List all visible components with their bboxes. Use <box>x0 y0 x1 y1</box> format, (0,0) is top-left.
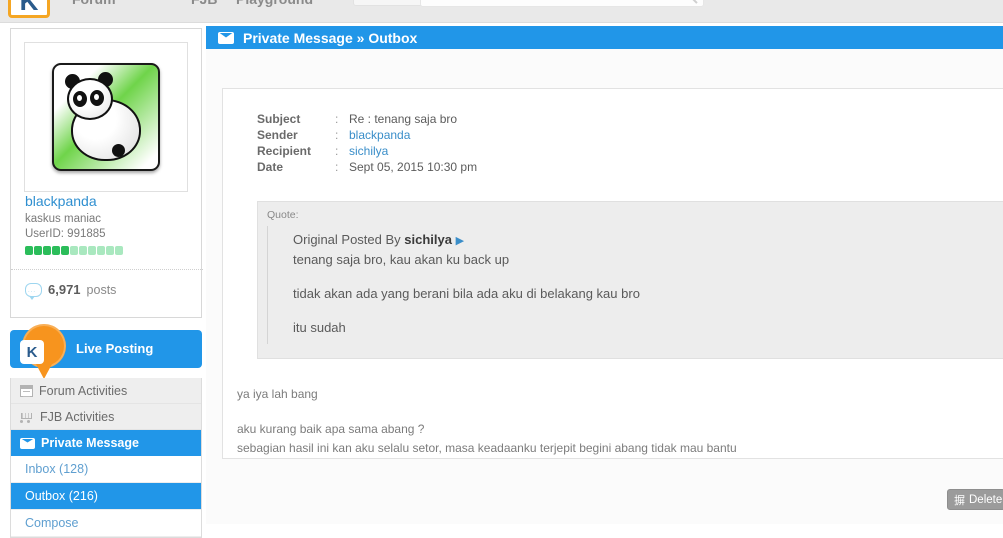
page-title-separator: » <box>356 29 365 46</box>
meta-row-subject: Subject : Re : tenang saja bro <box>257 111 1003 127</box>
window-icon <box>20 384 33 397</box>
quote-line: itu sudah <box>293 320 346 335</box>
sidebar-menu: Forum Activities FJB Activities Private … <box>10 378 202 538</box>
delete-button[interactable]: 摒 Delete <box>947 489 1003 510</box>
meta-colon: : <box>335 160 339 174</box>
rep-dot <box>70 246 78 255</box>
envelope-icon <box>20 437 35 449</box>
search-container <box>353 0 704 7</box>
meta-value-recipient[interactable]: sichilya <box>349 143 388 159</box>
panda-eye-right <box>90 90 104 106</box>
main-content: Subject : Re : tenang saja bro Sender : … <box>206 49 1003 524</box>
sidebar-item-label: Outbox (216) <box>25 489 98 503</box>
rep-dot <box>43 246 51 255</box>
cart-icon <box>20 411 34 423</box>
envelope-icon <box>218 31 234 44</box>
trash-icon: 摒 <box>954 494 965 507</box>
meta-colon: : <box>335 128 339 142</box>
quote-attribution: Original Posted By sichilya ▶ <box>293 232 1003 247</box>
meta-value-sender[interactable]: blackpanda <box>349 127 410 143</box>
sidebar-item-label: Inbox (128) <box>25 462 89 476</box>
sidebar-item-forum-activities[interactable]: Forum Activities <box>11 378 201 404</box>
body-line: ya iya lah bang <box>237 387 318 401</box>
quote-spacer <box>293 270 1003 283</box>
rep-dot <box>61 246 69 255</box>
meta-value-date: Sept 05, 2015 10:30 pm <box>349 160 478 174</box>
nav-item-playground[interactable]: Playground <box>236 0 313 7</box>
nav-item-forum[interactable]: Forum <box>72 0 116 7</box>
quote-author[interactable]: sichilya <box>404 232 452 247</box>
profile-card: blackpanda kaskus maniac UserID: 991885 … <box>10 28 203 318</box>
meta-colon: : <box>335 112 339 126</box>
rep-dot <box>79 246 87 255</box>
sidebar-item-outbox[interactable]: Outbox (216) <box>11 483 201 510</box>
reputation-bar <box>25 246 123 255</box>
meta-row-recipient: Recipient : sichilya <box>257 143 1003 159</box>
posts-label: posts <box>86 282 117 297</box>
sidebar-item-fjb-activities[interactable]: FJB Activities <box>11 404 201 430</box>
rep-dot <box>97 246 105 255</box>
delete-button-label: Delete <box>969 493 1003 506</box>
site-logo[interactable]: K <box>8 0 50 18</box>
sidebar-item-label: Forum Activities <box>39 383 128 398</box>
posts-counter: ... 6,971 posts <box>25 282 117 300</box>
sidebar-item-label: FJB Activities <box>40 409 115 424</box>
meta-key: Recipient <box>257 144 312 158</box>
message-meta: Subject : Re : tenang saja bro Sender : … <box>257 111 1003 175</box>
rep-dot <box>115 246 123 255</box>
meta-value-subject: Re : tenang saja bro <box>349 112 458 126</box>
rep-dot <box>34 246 42 255</box>
top-navigation-bar: K Forum FJB Playground <box>0 0 1003 23</box>
page-title-section: Outbox <box>368 29 418 46</box>
rep-dot <box>52 246 60 255</box>
sidebar-item-label: Private Message <box>41 436 139 450</box>
meta-key: Date <box>257 160 284 174</box>
rep-dot <box>106 246 114 255</box>
avatar-frame <box>24 42 188 192</box>
sidebar-item-label: Compose <box>25 516 79 530</box>
live-posting-label: Live Posting <box>76 341 154 356</box>
live-posting-button[interactable]: K Live Posting <box>10 324 202 379</box>
search-box[interactable] <box>420 0 704 7</box>
brand-letter: K <box>19 0 39 16</box>
quote-spacer <box>293 304 1003 317</box>
sidebar-item-inbox[interactable]: Inbox (128) <box>11 456 201 483</box>
panda-tail <box>112 144 125 157</box>
avatar[interactable] <box>52 63 160 171</box>
quote-line: tenang saja bro, kau akan ku back up <box>293 252 510 267</box>
meta-colon: : <box>335 144 339 158</box>
profile-divider <box>11 269 203 270</box>
nav-item-fjb[interactable]: FJB <box>191 0 217 7</box>
speech-bubble-icon: ... <box>25 282 42 300</box>
meta-key: Sender <box>257 128 298 142</box>
rep-dot <box>25 246 33 255</box>
profile-username[interactable]: blackpanda <box>25 193 97 209</box>
quote-line: tidak akan ada yang berani bila ada aku … <box>293 286 640 301</box>
page-title: Private Message » Outbox <box>243 30 417 46</box>
delete-button-area: 摒 Delete <box>931 480 1003 524</box>
body-line: sebagian hasil ini kan aku selalu setor,… <box>237 441 737 455</box>
quote-label: Quote: <box>267 209 299 221</box>
posts-count: 6,971 <box>48 282 81 297</box>
page-title-main: Private Message <box>243 29 353 46</box>
quote-jump-arrow-icon[interactable]: ▶ <box>456 235 464 247</box>
quote-prefix: Original Posted By <box>293 232 401 247</box>
sidebar-item-private-message[interactable]: Private Message <box>11 430 201 456</box>
message-card: Subject : Re : tenang saja bro Sender : … <box>222 88 1003 459</box>
live-posting-pin-letter: K <box>20 340 44 364</box>
profile-title: kaskus maniac <box>25 213 102 225</box>
panda-eye-left <box>73 91 87 107</box>
message-body: ya iya lah bang aku kurang baik apa sama… <box>237 385 1003 458</box>
sidebar: blackpanda kaskus maniac UserID: 991885 … <box>10 28 203 538</box>
quote-block: Quote: Original Posted By sichilya ▶ ten… <box>257 201 1003 359</box>
rep-dot <box>88 246 96 255</box>
profile-userid: UserID: 991885 <box>25 228 106 240</box>
meta-row-sender: Sender : blackpanda <box>257 127 1003 143</box>
meta-key: Subject <box>257 112 301 126</box>
body-line: aku kurang baik apa sama abang ? <box>237 422 425 436</box>
panel-header: Private Message » Outbox <box>206 26 1003 49</box>
meta-row-date: Date : Sept 05, 2015 10:30 pm <box>257 159 1003 175</box>
quote-body: Original Posted By sichilya ▶ tenang saj… <box>267 226 1003 344</box>
